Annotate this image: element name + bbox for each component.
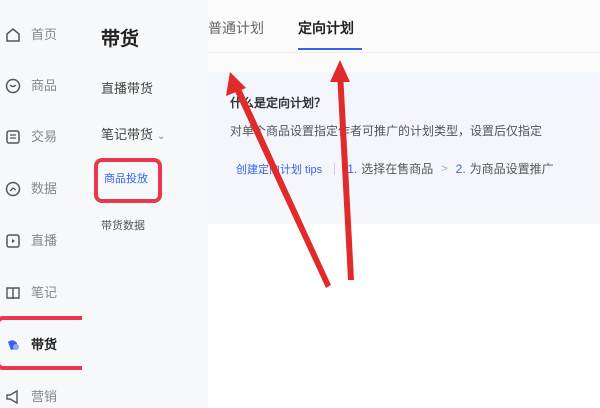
- subnav-item-label: 笔记带货: [101, 127, 154, 142]
- notes-icon: [4, 284, 22, 302]
- subnav-title: 带货: [101, 29, 140, 50]
- info-banner: 什么是定向计划？ 对单个商品设置指定作者可推广的计划类型，设置后仅指定 创建定向…: [208, 72, 600, 224]
- sidebar-item-label: 商品: [31, 78, 58, 93]
- product-icon: [4, 77, 22, 95]
- subnav-item-live-goods[interactable]: 直播带货: [101, 78, 153, 97]
- tab-targeted-plan[interactable]: 定向计划: [298, 18, 354, 38]
- chevron-right-icon: >: [441, 162, 448, 175]
- sidebar-item-trade[interactable]: 交易: [0, 122, 82, 152]
- main-sidebar: 首页 商品 交易 数据 直播 笔记 带货 营销: [0, 0, 100, 408]
- trade-icon: [4, 128, 22, 146]
- sidebar-item-home[interactable]: 首页: [0, 20, 82, 50]
- step-number: 1.: [347, 161, 358, 176]
- sub-sidebar: 带货 直播带货 笔记带货 ⌄ 商品投放 带货数据: [82, 0, 208, 408]
- main-content: 普通计划 定向计划 什么是定向计划？ 对单个商品设置指定作者可推广的计划类型，设…: [208, 0, 600, 408]
- sidebar-item-label: 交易: [31, 129, 58, 144]
- sidebar-item-label: 笔记: [31, 285, 58, 300]
- subnav-item-notes-goods[interactable]: 笔记带货 ⌄: [101, 124, 165, 143]
- info-description: 对单个商品设置指定作者可推广的计划类型，设置后仅指定: [230, 124, 543, 138]
- megaphone-icon: [4, 388, 22, 406]
- home-icon: [4, 26, 22, 44]
- steps-bar: 创建定向计划 tips 1. 选择在售商品 > 2. 为商品设置推广: [236, 160, 554, 177]
- info-title: 什么是定向计划？: [230, 96, 327, 110]
- active-tab-indicator: [298, 48, 362, 50]
- sidebar-item-live[interactable]: 直播: [0, 226, 82, 256]
- sidebar-item-label: 直播: [31, 233, 58, 248]
- content-area: [208, 224, 600, 408]
- step-label: 为商品设置推广: [469, 162, 554, 176]
- sidebar-item-label: 营销: [31, 389, 58, 404]
- subnav-item-label: 商品投放: [104, 173, 148, 185]
- tab-divider: [208, 52, 600, 53]
- tab-normal-plan[interactable]: 普通计划: [208, 18, 264, 38]
- sidebar-item-data[interactable]: 数据: [0, 174, 82, 204]
- sidebar-item-label: 首页: [31, 27, 58, 42]
- chevron-down-icon: ⌄: [157, 131, 166, 142]
- data-icon: [4, 180, 22, 198]
- sidebar-item-label: 数据: [31, 181, 58, 196]
- divider: [334, 162, 336, 175]
- subnav-item-product-placement[interactable]: 商品投放: [94, 158, 162, 203]
- tips-link[interactable]: 创建定向计划 tips: [236, 161, 322, 177]
- step-number: 2.: [455, 161, 466, 176]
- live-icon: [4, 232, 22, 250]
- sidebar-item-marketing[interactable]: 营销: [0, 382, 82, 408]
- sidebar-item-products[interactable]: 商品: [0, 71, 82, 101]
- step-label: 选择在售商品: [361, 162, 434, 176]
- subnav-item-goods-data[interactable]: 带货数据: [101, 217, 145, 233]
- sidebar-item-notes[interactable]: 笔记: [0, 278, 82, 308]
